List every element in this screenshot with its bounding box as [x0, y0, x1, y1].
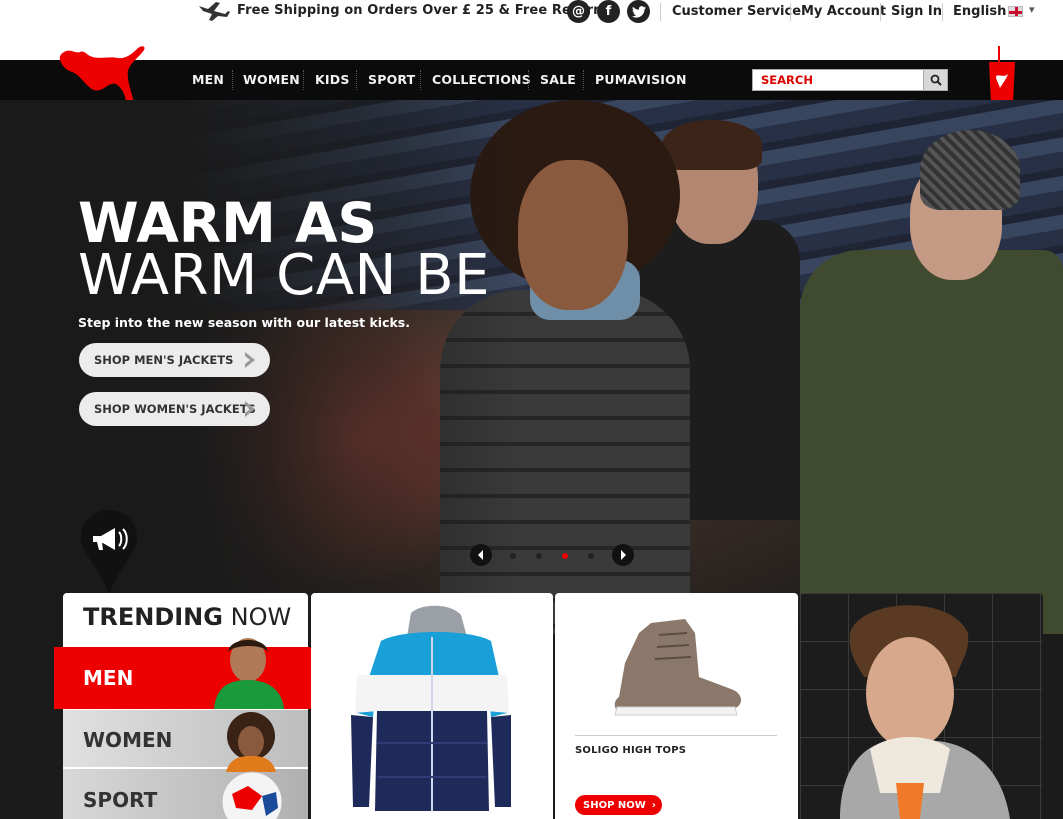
chevron-right-icon: [621, 550, 626, 560]
high-top-shoe-image: [614, 619, 742, 716]
divider: [232, 70, 233, 90]
puffer-jacket-image: [351, 605, 511, 811]
nav-men[interactable]: MEN: [192, 72, 224, 87]
nav-collections[interactable]: COLLECTIONS: [432, 72, 531, 87]
megaphone-icon: [81, 510, 137, 596]
chevron-left-icon: [478, 550, 483, 560]
shop-mens-jackets-button[interactable]: SHOP MEN'S JACKETS: [79, 343, 270, 377]
sport-ball-thumbnail-image: [221, 771, 283, 819]
trending-title: TRENDING NOW: [83, 603, 291, 631]
divider: [660, 3, 661, 21]
category-label: SPORT: [83, 788, 158, 812]
nav-women[interactable]: WOMEN: [243, 72, 300, 87]
divider: [528, 70, 529, 90]
product-tile-model[interactable]: [800, 593, 1043, 819]
shipping-promo[interactable]: Free Shipping on Orders Over £ 25 & Free…: [237, 3, 610, 18]
divider: [790, 3, 791, 21]
men-thumbnail-image: [214, 638, 284, 709]
shop-now-button[interactable]: SHOP NOW ›: [575, 795, 662, 815]
utility-bar: Free Shipping on Orders Over £ 25 & Free…: [0, 0, 1063, 60]
hero-model-3-body: [800, 250, 1063, 634]
search-box: [752, 69, 948, 91]
chevron-down-icon[interactable]: ▾: [1029, 3, 1035, 16]
hero-model-1-face: [518, 160, 628, 310]
search-icon: [930, 74, 942, 86]
nav-sale[interactable]: SALE: [540, 72, 576, 87]
carousel-dot[interactable]: [510, 553, 516, 559]
carousel-dot[interactable]: [588, 553, 594, 559]
shop-now-label: SHOP NOW: [583, 799, 646, 811]
divider: [583, 70, 584, 90]
plane-icon: [199, 2, 230, 21]
divider: [880, 3, 881, 21]
twitter-icon[interactable]: [627, 0, 650, 23]
flag-uk-icon[interactable]: [1008, 6, 1023, 17]
hero-subtitle: Step into the new season with our latest…: [78, 315, 410, 330]
carousel-dot[interactable]: [536, 553, 542, 559]
divider: [303, 70, 304, 90]
language-selector[interactable]: English: [953, 4, 1006, 19]
product-tile-jacket[interactable]: [311, 593, 553, 819]
chevron-right-icon: [245, 352, 255, 368]
facebook-icon[interactable]: f: [597, 0, 620, 23]
trending-title-light: NOW: [230, 603, 292, 631]
nav-sport[interactable]: SPORT: [368, 72, 415, 87]
hero-model-2-hair: [662, 120, 762, 170]
shop-womens-jackets-button[interactable]: SHOP WOMEN'S JACKETS: [79, 392, 270, 426]
search-input[interactable]: [753, 70, 923, 90]
divider: [575, 735, 777, 736]
chevron-right-icon: [245, 401, 255, 417]
category-label-men: MEN: [83, 666, 134, 690]
email-icon[interactable]: @: [567, 0, 590, 23]
trending-title-bold: TRENDING: [83, 603, 223, 631]
puma-tag-icon[interactable]: [986, 46, 1018, 108]
hero-model-3-hat: [920, 130, 1020, 210]
hero-title-line2: WARM CAN BE: [78, 243, 491, 308]
women-thumbnail-image: [226, 712, 276, 772]
carousel-prev-button[interactable]: [470, 544, 492, 566]
sign-in-link[interactable]: Sign In: [891, 4, 942, 19]
product-name[interactable]: SOLIGO HIGH TOPS: [575, 745, 686, 756]
customer-service-link[interactable]: Customer Service: [672, 4, 801, 19]
product-tile-shoe[interactable]: SOLIGO HIGH TOPS SHOP NOW ›: [555, 593, 798, 819]
nav-kids[interactable]: KIDS: [315, 72, 350, 87]
male-model-image: [840, 605, 1010, 819]
chevron-right-icon: ›: [651, 799, 656, 811]
category-label: WOMEN: [83, 728, 173, 752]
my-account-link[interactable]: My Account: [801, 4, 886, 19]
divider: [420, 70, 421, 90]
button-label: SHOP MEN'S JACKETS: [94, 353, 234, 367]
carousel-next-button[interactable]: [612, 544, 634, 566]
search-button[interactable]: [923, 70, 947, 90]
button-label: SHOP WOMEN'S JACKETS: [94, 402, 256, 416]
carousel-dot-active[interactable]: [562, 553, 568, 559]
divider: [356, 70, 357, 90]
nav-pumavision[interactable]: PUMAVISION: [595, 72, 687, 87]
divider: [942, 3, 943, 21]
